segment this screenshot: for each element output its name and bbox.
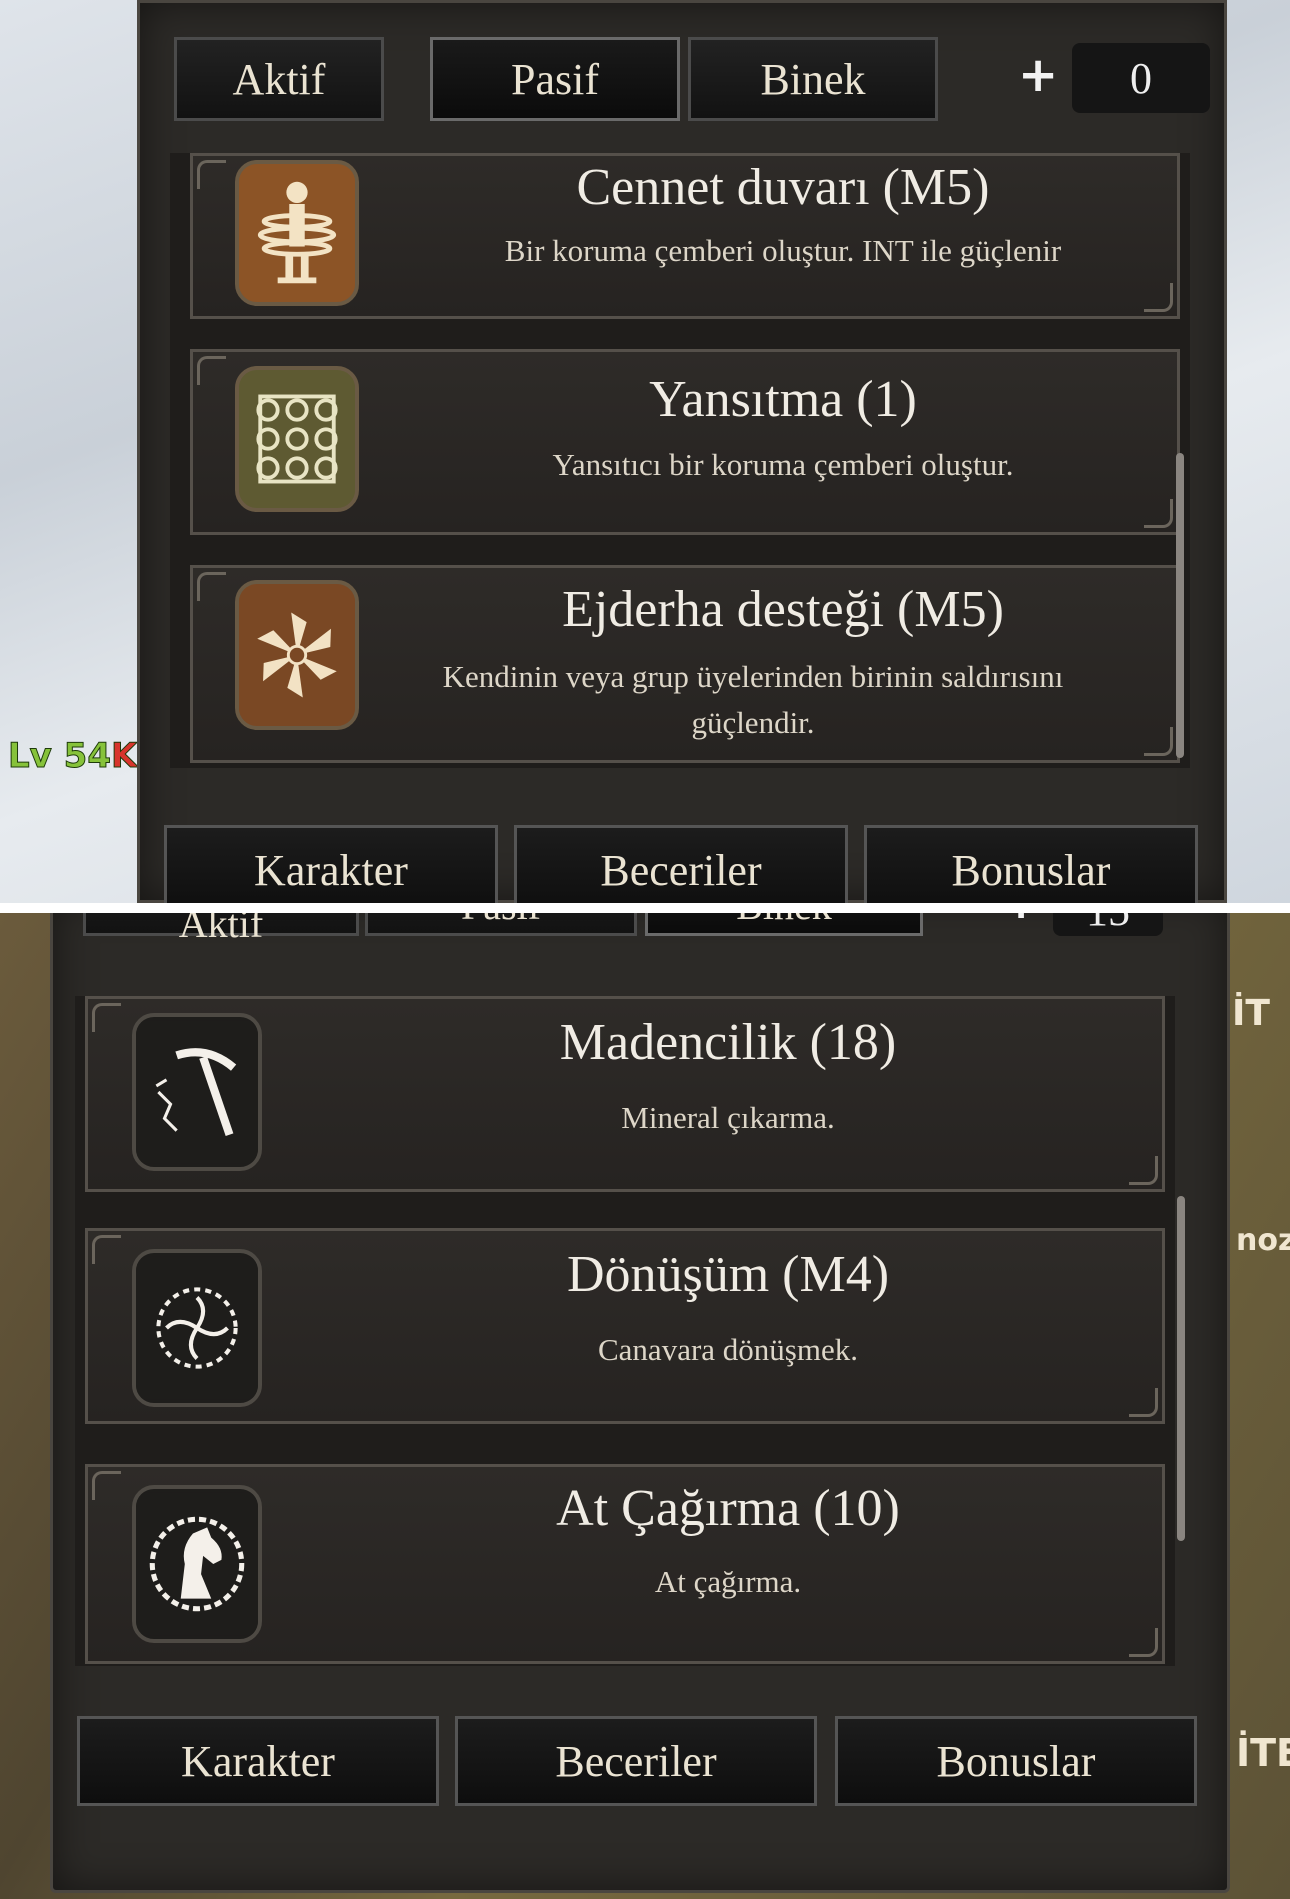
- skill-title: At Çağırma (10): [556, 1480, 900, 1537]
- skill-card[interactable]: Dönüşüm (M4) Canavara dönüşmek.: [85, 1228, 1165, 1424]
- screenshot-top: Lv 54K Aktif Pasif Binek + 0 Cennet duva…: [0, 0, 1290, 903]
- beceriler-button[interactable]: Beceriler: [514, 825, 848, 903]
- skill-title: Ejderha desteği (M5): [562, 581, 1004, 638]
- skills-panel: Aktif Pasif Binek + 0 Cennet duvarı (M5)…: [137, 0, 1227, 903]
- tab-aktif[interactable]: Aktif: [174, 37, 384, 121]
- add-point-button[interactable]: +: [1018, 47, 1058, 103]
- skill-card[interactable]: Ejderha desteği (M5) Kendinin veya grup …: [190, 565, 1180, 763]
- skill-description: Bir koruma çemberi oluştur. INT ile güçl…: [504, 233, 1062, 268]
- skill-points-counter: 15: [1053, 913, 1163, 936]
- tab-binek[interactable]: Binek: [688, 37, 938, 121]
- skill-card[interactable]: At Çağırma (10) At çağırma.: [85, 1464, 1165, 1664]
- player-name-fragment: K: [110, 736, 138, 777]
- skill-list-scrollbar[interactable]: [1177, 1196, 1185, 1541]
- skill-points-counter: 0: [1072, 43, 1210, 113]
- skill-card[interactable]: Yansıtma (1) Yansıtıcı bir koruma çember…: [190, 349, 1180, 535]
- skill-list-scrollbar[interactable]: [1176, 453, 1184, 758]
- karakter-button[interactable]: Karakter: [77, 1716, 439, 1806]
- skill-card[interactable]: Cennet duvarı (M5) Bir koruma çemberi ol…: [190, 153, 1180, 319]
- pickaxe-icon: [132, 1013, 262, 1171]
- screenshot-bottom: İT noz İTE Aktif Pasif Binek + 15 Maden: [0, 913, 1290, 1899]
- skill-description: Mineral çıkarma.: [621, 1100, 835, 1135]
- warding-figure-icon: [235, 160, 359, 306]
- skill-list[interactable]: Madencilik (18) Mineral çıkarma. Dönüşüm…: [75, 996, 1175, 1666]
- side-panel-fragment: noz: [1236, 1223, 1290, 1258]
- tab-binek[interactable]: Binek: [645, 913, 923, 936]
- bonuslar-button[interactable]: Bonuslar: [864, 825, 1198, 903]
- tab-pasif[interactable]: Pasif: [430, 37, 680, 121]
- skill-title: Cennet duvarı (M5): [576, 159, 990, 216]
- horse-head-icon: [132, 1485, 262, 1643]
- reflect-pattern-icon: [235, 366, 359, 512]
- side-panel-fragment: İT: [1232, 993, 1270, 1034]
- pinwheel-icon: [235, 580, 359, 730]
- add-point-button[interactable]: +: [1001, 913, 1041, 930]
- player-level-label: Lv 54K: [8, 736, 138, 777]
- side-panel-fragment: İTE: [1236, 1731, 1290, 1775]
- tab-aktif[interactable]: Aktif: [83, 913, 359, 944]
- skill-list[interactable]: Cennet duvarı (M5) Bir koruma çemberi ol…: [170, 153, 1190, 768]
- skill-title: Dönüşüm (M4): [566, 1246, 890, 1303]
- skill-description: At çağırma.: [654, 1564, 802, 1599]
- karakter-button[interactable]: Karakter: [164, 825, 498, 903]
- transformation-icon: [132, 1249, 262, 1407]
- skill-card[interactable]: Madencilik (18) Mineral çıkarma.: [85, 996, 1165, 1192]
- skill-description: Yansıtıcı bir koruma çemberi oluştur.: [552, 447, 1014, 482]
- skill-description: Kendinin veya grup üyelerinden birinin s…: [442, 659, 1064, 740]
- bonuslar-button[interactable]: Bonuslar: [835, 1716, 1197, 1806]
- skills-panel: Aktif Pasif Binek + 15 Madencilik (18) M…: [50, 913, 1230, 1893]
- tab-pasif[interactable]: Pasif: [365, 913, 637, 936]
- beceriler-button[interactable]: Beceriler: [455, 1716, 817, 1806]
- skill-title: Madencilik (18): [559, 1014, 897, 1071]
- skill-title: Yansıtma (1): [649, 371, 917, 428]
- skill-description: Canavara dönüşmek.: [598, 1332, 858, 1367]
- screenshot-divider: [0, 903, 1290, 913]
